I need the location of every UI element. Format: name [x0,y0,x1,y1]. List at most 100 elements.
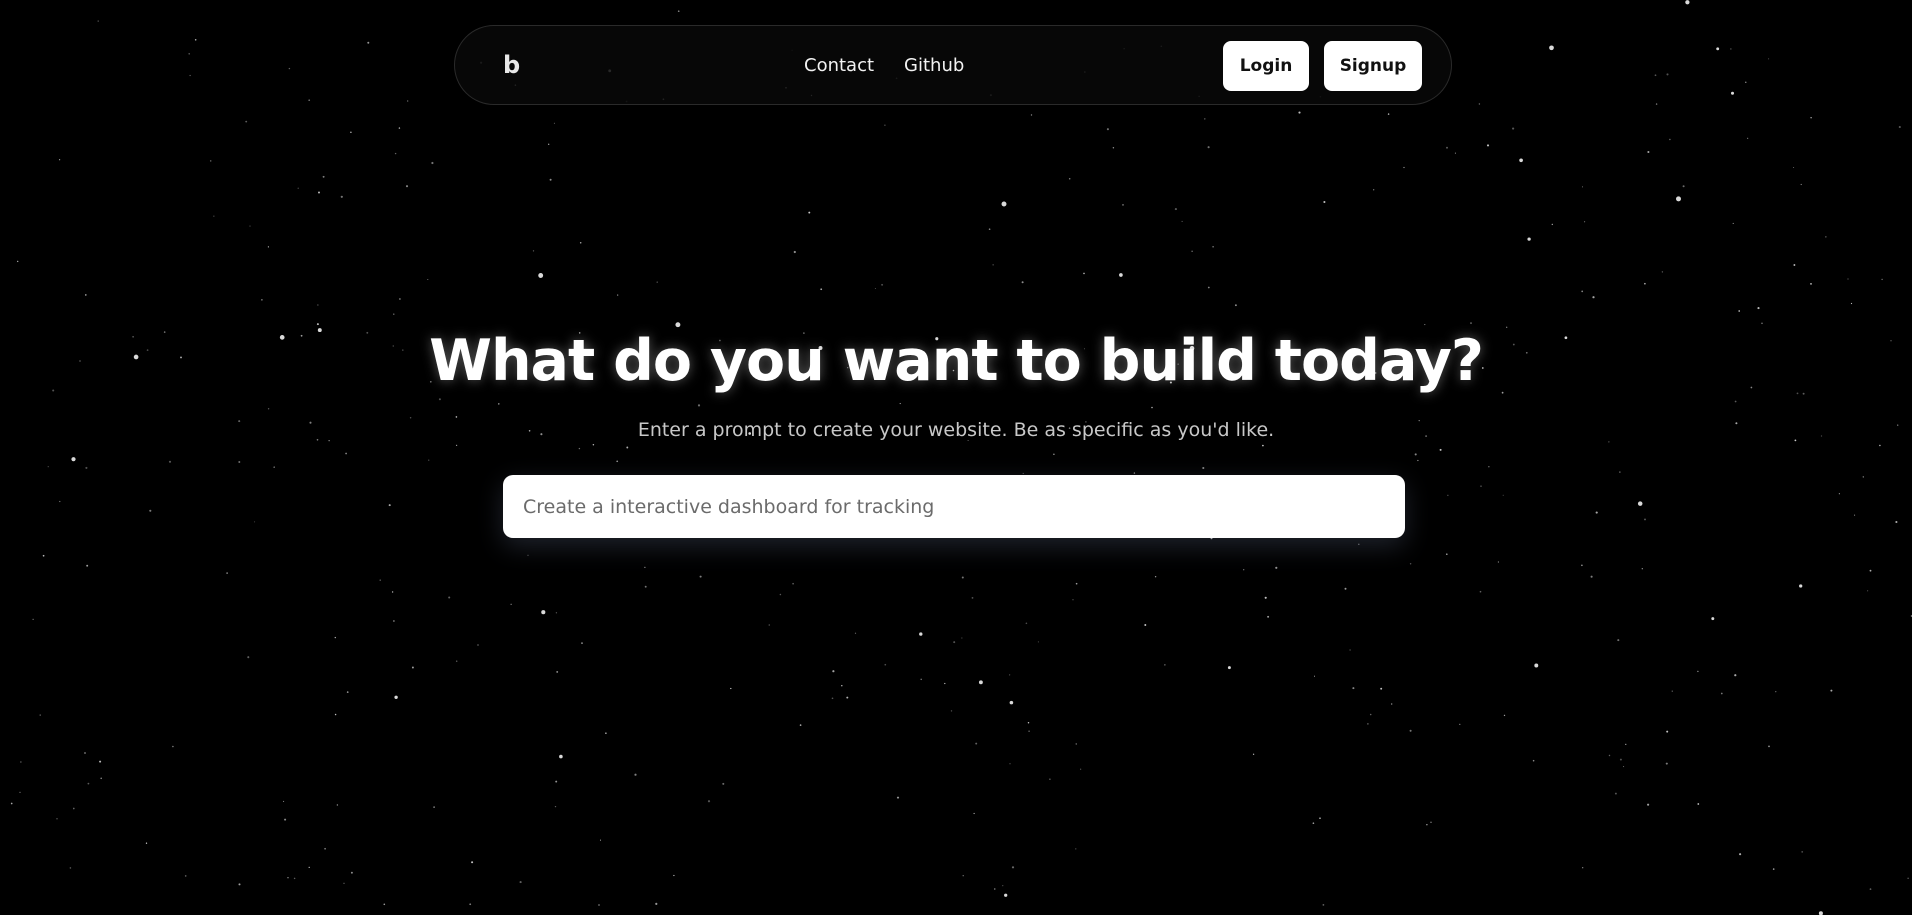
star [1068,177,1071,180]
star [498,403,500,405]
star [85,294,87,296]
star [379,579,381,581]
star [308,866,310,869]
star [10,802,13,805]
star [1757,307,1760,310]
star [317,304,319,306]
star [1838,493,1840,495]
star [1417,459,1419,462]
star [973,812,975,815]
star [405,185,409,188]
star [1685,0,1690,5]
star [598,904,600,906]
star [1800,183,1802,186]
star [1358,543,1360,546]
star [322,175,325,178]
star [1445,553,1448,556]
star [626,446,629,449]
star [832,670,835,673]
star [555,780,558,783]
nav-link-contact[interactable]: Contact [804,54,874,78]
star [1009,674,1011,676]
star [433,806,435,808]
star [1647,150,1650,154]
star [884,124,886,126]
logo[interactable]: b [503,50,520,80]
star [394,152,397,155]
star [1053,453,1055,455]
star [427,278,429,281]
star [617,294,619,296]
star [1446,146,1448,149]
star [324,847,326,850]
prompt-input[interactable] [503,475,1405,538]
star [100,777,102,780]
star [398,127,401,129]
star [1480,485,1482,487]
star [334,636,336,639]
star [1595,511,1598,514]
star [899,403,901,405]
star [83,751,87,755]
star [1867,590,1869,592]
star [1619,758,1622,761]
star [1869,569,1872,572]
star [1001,201,1007,207]
star [994,888,996,890]
star [56,818,58,820]
hero-title: What do you want to build today? [429,328,1484,394]
star [896,796,900,799]
star [1551,223,1554,226]
star [1738,310,1741,312]
star [1430,821,1432,823]
star [1661,271,1664,273]
star [548,143,550,145]
star [730,687,732,690]
star [1409,729,1412,732]
star [249,225,251,227]
star [1801,851,1804,853]
star [510,603,512,605]
star [1027,722,1030,724]
star [1745,81,1747,83]
star [1665,762,1668,765]
nav-link-github[interactable]: Github [904,54,964,78]
star [1212,245,1214,248]
signup-button[interactable]: Signup [1324,41,1422,91]
star [1907,877,1909,880]
star [1775,691,1777,693]
star [1519,158,1523,163]
star [1768,745,1770,748]
star [261,299,263,301]
star [820,288,823,291]
star [538,273,544,278]
star [953,641,956,644]
star [592,444,595,446]
star [1614,792,1617,795]
star [1682,185,1685,188]
star [975,742,978,745]
star [1478,103,1481,105]
star [1734,674,1737,677]
star [792,582,794,585]
star [32,618,34,621]
star [1747,137,1749,139]
star [1009,700,1014,705]
star [1414,453,1417,456]
star [71,457,76,462]
star [293,877,296,880]
star [1426,824,1428,826]
star [1030,114,1033,116]
star [1532,759,1535,762]
star [1527,237,1531,241]
star [19,791,21,794]
star [1810,283,1812,285]
star [367,41,370,44]
star [554,805,557,808]
star [393,313,395,315]
star [644,566,646,569]
login-button[interactable]: Login [1223,41,1309,91]
star [1592,296,1595,299]
star [1439,448,1442,451]
star [1207,146,1210,149]
